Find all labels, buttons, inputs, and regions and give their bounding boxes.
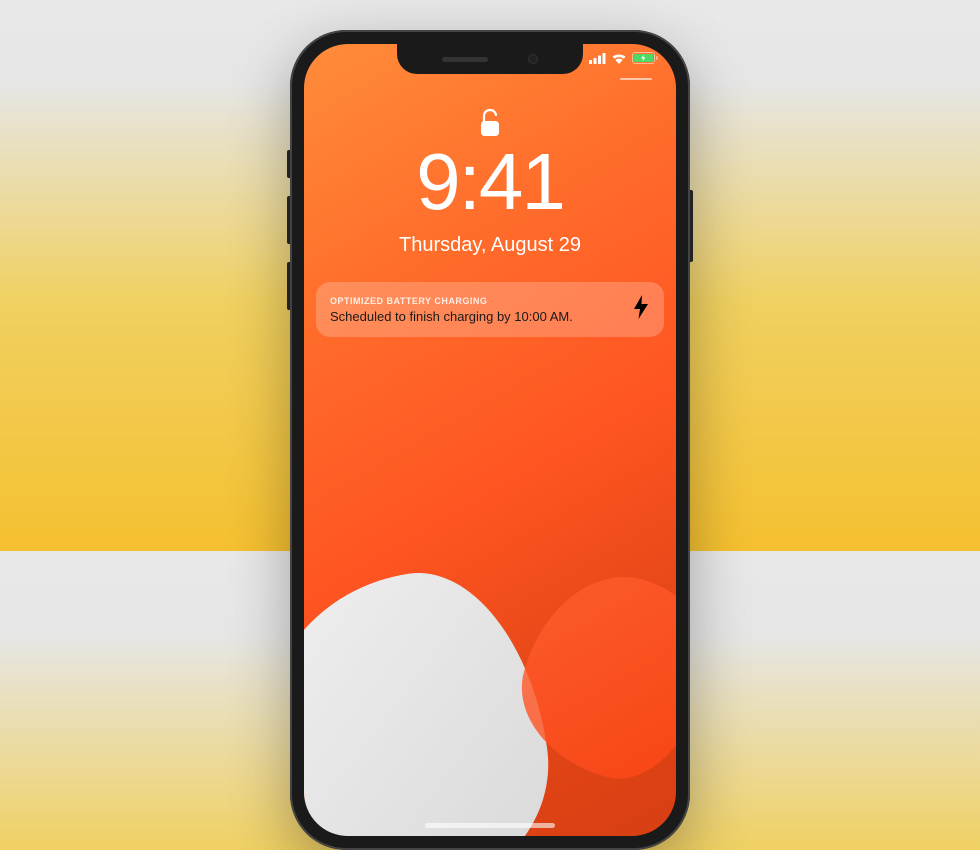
wifi-icon [611,53,627,64]
phone-frame: 9:41 Thursday, August 29 OPTIMIZED BATTE… [290,30,690,850]
side-buttons-left [287,150,290,328]
battery-charging-icon [632,52,658,64]
notch [397,44,583,74]
clock-display: 9:41 [304,136,676,228]
date-display: Thursday, August 29 [304,234,676,257]
status-bar [589,52,658,64]
volume-down-button[interactable] [287,262,290,310]
silence-switch[interactable] [287,150,290,178]
cellular-signal-icon [589,53,606,64]
volume-up-button[interactable] [287,196,290,244]
front-camera [528,54,538,64]
notification-text: OPTIMIZED BATTERY CHARGING Scheduled to … [330,296,620,324]
lock-screen[interactable]: 9:41 Thursday, August 29 OPTIMIZED BATTE… [304,44,676,836]
control-center-hint[interactable] [620,78,652,80]
power-button[interactable] [690,190,693,262]
notification-title: OPTIMIZED BATTERY CHARGING [330,296,620,306]
home-indicator[interactable] [425,823,555,828]
notification-body: Scheduled to finish charging by 10:00 AM… [330,309,620,324]
side-buttons-right [690,190,693,262]
lightning-bolt-icon [632,294,650,325]
speaker-grille [442,57,488,62]
battery-charging-notification[interactable]: OPTIMIZED BATTERY CHARGING Scheduled to … [316,282,664,337]
